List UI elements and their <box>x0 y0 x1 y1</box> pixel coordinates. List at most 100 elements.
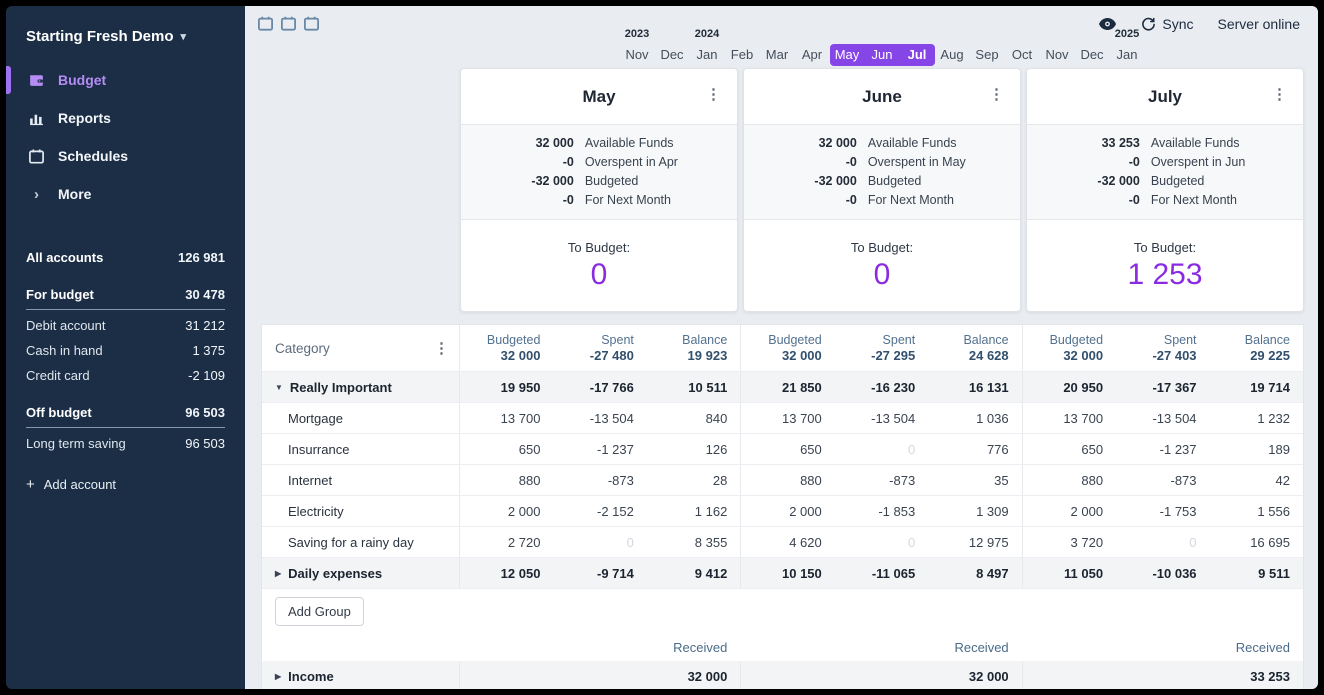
spent-cell[interactable]: -873 <box>835 465 928 495</box>
spent-cell[interactable]: -2 152 <box>553 496 646 526</box>
month-nav-cell[interactable]: Oct <box>1005 28 1040 66</box>
budgeted-cell[interactable]: 650 <box>741 434 834 464</box>
balance-cell[interactable]: 1 162 <box>647 496 740 526</box>
server-status[interactable]: Server online <box>1218 16 1301 32</box>
all-accounts-row[interactable]: All accounts 126 981 <box>26 245 225 270</box>
month-menu-icon[interactable]: ⋮ <box>706 87 721 102</box>
to-budget-amount[interactable]: 0 <box>591 258 608 292</box>
budget-file-switcher[interactable]: Starting Fresh Demo ▾ <box>6 22 245 61</box>
balance-cell[interactable]: 1 232 <box>1210 403 1303 433</box>
category-name[interactable]: Electricity <box>262 496 459 526</box>
sidebar-item-reports[interactable]: Reports <box>6 99 245 137</box>
month-nav-cell[interactable]: 2025Jan <box>1110 28 1145 66</box>
spent-cell[interactable]: -1 237 <box>1116 434 1209 464</box>
spent-cell[interactable]: -1 753 <box>1116 496 1209 526</box>
group-toggle[interactable]: ▶ Daily expenses <box>262 558 459 588</box>
spent-cell[interactable]: 0 <box>553 527 646 557</box>
month-menu-icon[interactable]: ⋮ <box>989 87 1004 102</box>
spent-cell[interactable]: 0 <box>1116 527 1209 557</box>
income-received-cell[interactable]: 32 000 <box>741 661 1021 689</box>
month-nav-cell[interactable]: Dec <box>1075 28 1110 66</box>
month-nav-cell[interactable]: Aug <box>935 28 970 66</box>
budgeted-cell[interactable]: 2 000 <box>460 496 553 526</box>
budgeted-cell[interactable]: 650 <box>1023 434 1116 464</box>
privacy-eye-icon[interactable] <box>1098 17 1117 31</box>
spent-cell[interactable]: -13 504 <box>553 403 646 433</box>
spent-cell[interactable]: -1 237 <box>553 434 646 464</box>
balance-cell[interactable]: 776 <box>928 434 1021 464</box>
off-budget-header-row[interactable]: Off budget 96 503 <box>26 400 225 428</box>
month-nav-cell-selected[interactable]: May <box>830 28 865 66</box>
to-budget-amount[interactable]: 0 <box>874 258 891 292</box>
balance-cell[interactable]: 12 975 <box>928 527 1021 557</box>
group-toggle[interactable]: ▼ Really Important <box>262 372 459 402</box>
spent-cell[interactable]: -873 <box>553 465 646 495</box>
month-nav-cell[interactable]: Mar <box>760 28 795 66</box>
month-nav-cell[interactable]: 2024Jan <box>690 28 725 66</box>
budgeted-cell[interactable]: 3 720 <box>1023 527 1116 557</box>
sync-button[interactable]: Sync <box>1141 16 1193 32</box>
balance-cell[interactable]: 42 <box>1210 465 1303 495</box>
balance-cell[interactable]: 126 <box>647 434 740 464</box>
month-nav-cell[interactable]: 2023Nov <box>620 28 655 66</box>
balance-cell[interactable]: 1 556 <box>1210 496 1303 526</box>
account-row-credit-card[interactable]: Credit card -2 109 <box>26 363 225 388</box>
two-month-view-icon[interactable] <box>280 15 297 32</box>
summary-value: -0 <box>481 193 585 207</box>
sidebar-item-schedules[interactable]: Schedules <box>6 137 245 175</box>
balance-cell[interactable]: 28 <box>647 465 740 495</box>
budgeted-cell[interactable]: 2 000 <box>1023 496 1116 526</box>
balance-cell[interactable]: 16 695 <box>1210 527 1303 557</box>
balance-cell[interactable]: 1 309 <box>928 496 1021 526</box>
month-nav-cell[interactable]: Sep <box>970 28 1005 66</box>
spent-cell[interactable]: -1 853 <box>835 496 928 526</box>
spent-cell[interactable]: 0 <box>835 434 928 464</box>
sidebar-item-more[interactable]: › More <box>6 175 245 213</box>
category-name[interactable]: Insurrance <box>262 434 459 464</box>
add-group-button[interactable]: Add Group <box>275 597 364 626</box>
account-row-long-term-saving[interactable]: Long term saving 96 503 <box>26 431 225 456</box>
for-budget-header-row[interactable]: For budget 30 478 <box>26 282 225 310</box>
budgeted-cell[interactable]: 13 700 <box>741 403 834 433</box>
balance-cell[interactable]: 1 036 <box>928 403 1021 433</box>
budgeted-cell[interactable]: 13 700 <box>460 403 553 433</box>
budgeted-cell[interactable]: 13 700 <box>1023 403 1116 433</box>
balance-cell[interactable]: 35 <box>928 465 1021 495</box>
spent-cell[interactable]: 0 <box>835 527 928 557</box>
to-budget-amount[interactable]: 1 253 <box>1127 258 1202 292</box>
income-received-cell[interactable]: 33 253 <box>1023 661 1303 689</box>
account-row-debit[interactable]: Debit account 31 212 <box>26 313 225 338</box>
month-nav-cell[interactable]: Feb <box>725 28 760 66</box>
budgeted-cell[interactable]: 2 720 <box>460 527 553 557</box>
collapsed-icon: ▶ <box>275 569 281 578</box>
balance-cell[interactable]: 189 <box>1210 434 1303 464</box>
balance-cell[interactable]: 840 <box>647 403 740 433</box>
month-nav-cell[interactable]: Apr <box>795 28 830 66</box>
category-name[interactable]: Internet <box>262 465 459 495</box>
budgeted-cell[interactable]: 880 <box>1023 465 1116 495</box>
category-menu-icon[interactable]: ⋮ <box>434 341 449 356</box>
budgeted-cell[interactable]: 4 620 <box>741 527 834 557</box>
add-account-button[interactable]: + Add account <box>26 476 225 493</box>
spent-cell[interactable]: -13 504 <box>835 403 928 433</box>
spent-cell[interactable]: -873 <box>1116 465 1209 495</box>
group-toggle[interactable]: ▶ Income <box>262 661 459 689</box>
month-nav-cell-selected[interactable]: Jun <box>865 28 900 66</box>
month-nav-cell[interactable]: Dec <box>655 28 690 66</box>
balance-cell[interactable]: 8 355 <box>647 527 740 557</box>
budgeted-cell[interactable]: 650 <box>460 434 553 464</box>
three-month-view-icon[interactable] <box>303 15 320 32</box>
budgeted-cell[interactable]: 880 <box>741 465 834 495</box>
category-name[interactable]: Mortgage <box>262 403 459 433</box>
sidebar-item-budget[interactable]: Budget <box>6 61 245 99</box>
budgeted-cell[interactable]: 880 <box>460 465 553 495</box>
category-name[interactable]: Saving for a rainy day <box>262 527 459 557</box>
spent-cell[interactable]: -13 504 <box>1116 403 1209 433</box>
account-row-cash[interactable]: Cash in hand 1 375 <box>26 338 225 363</box>
month-nav-cell[interactable]: Nov <box>1040 28 1075 66</box>
month-menu-icon[interactable]: ⋮ <box>1272 87 1287 102</box>
budgeted-cell[interactable]: 2 000 <box>741 496 834 526</box>
month-nav-cell-current[interactable]: Jul <box>900 28 935 66</box>
income-received-cell[interactable]: 32 000 <box>460 661 740 689</box>
one-month-view-icon[interactable] <box>257 15 274 32</box>
